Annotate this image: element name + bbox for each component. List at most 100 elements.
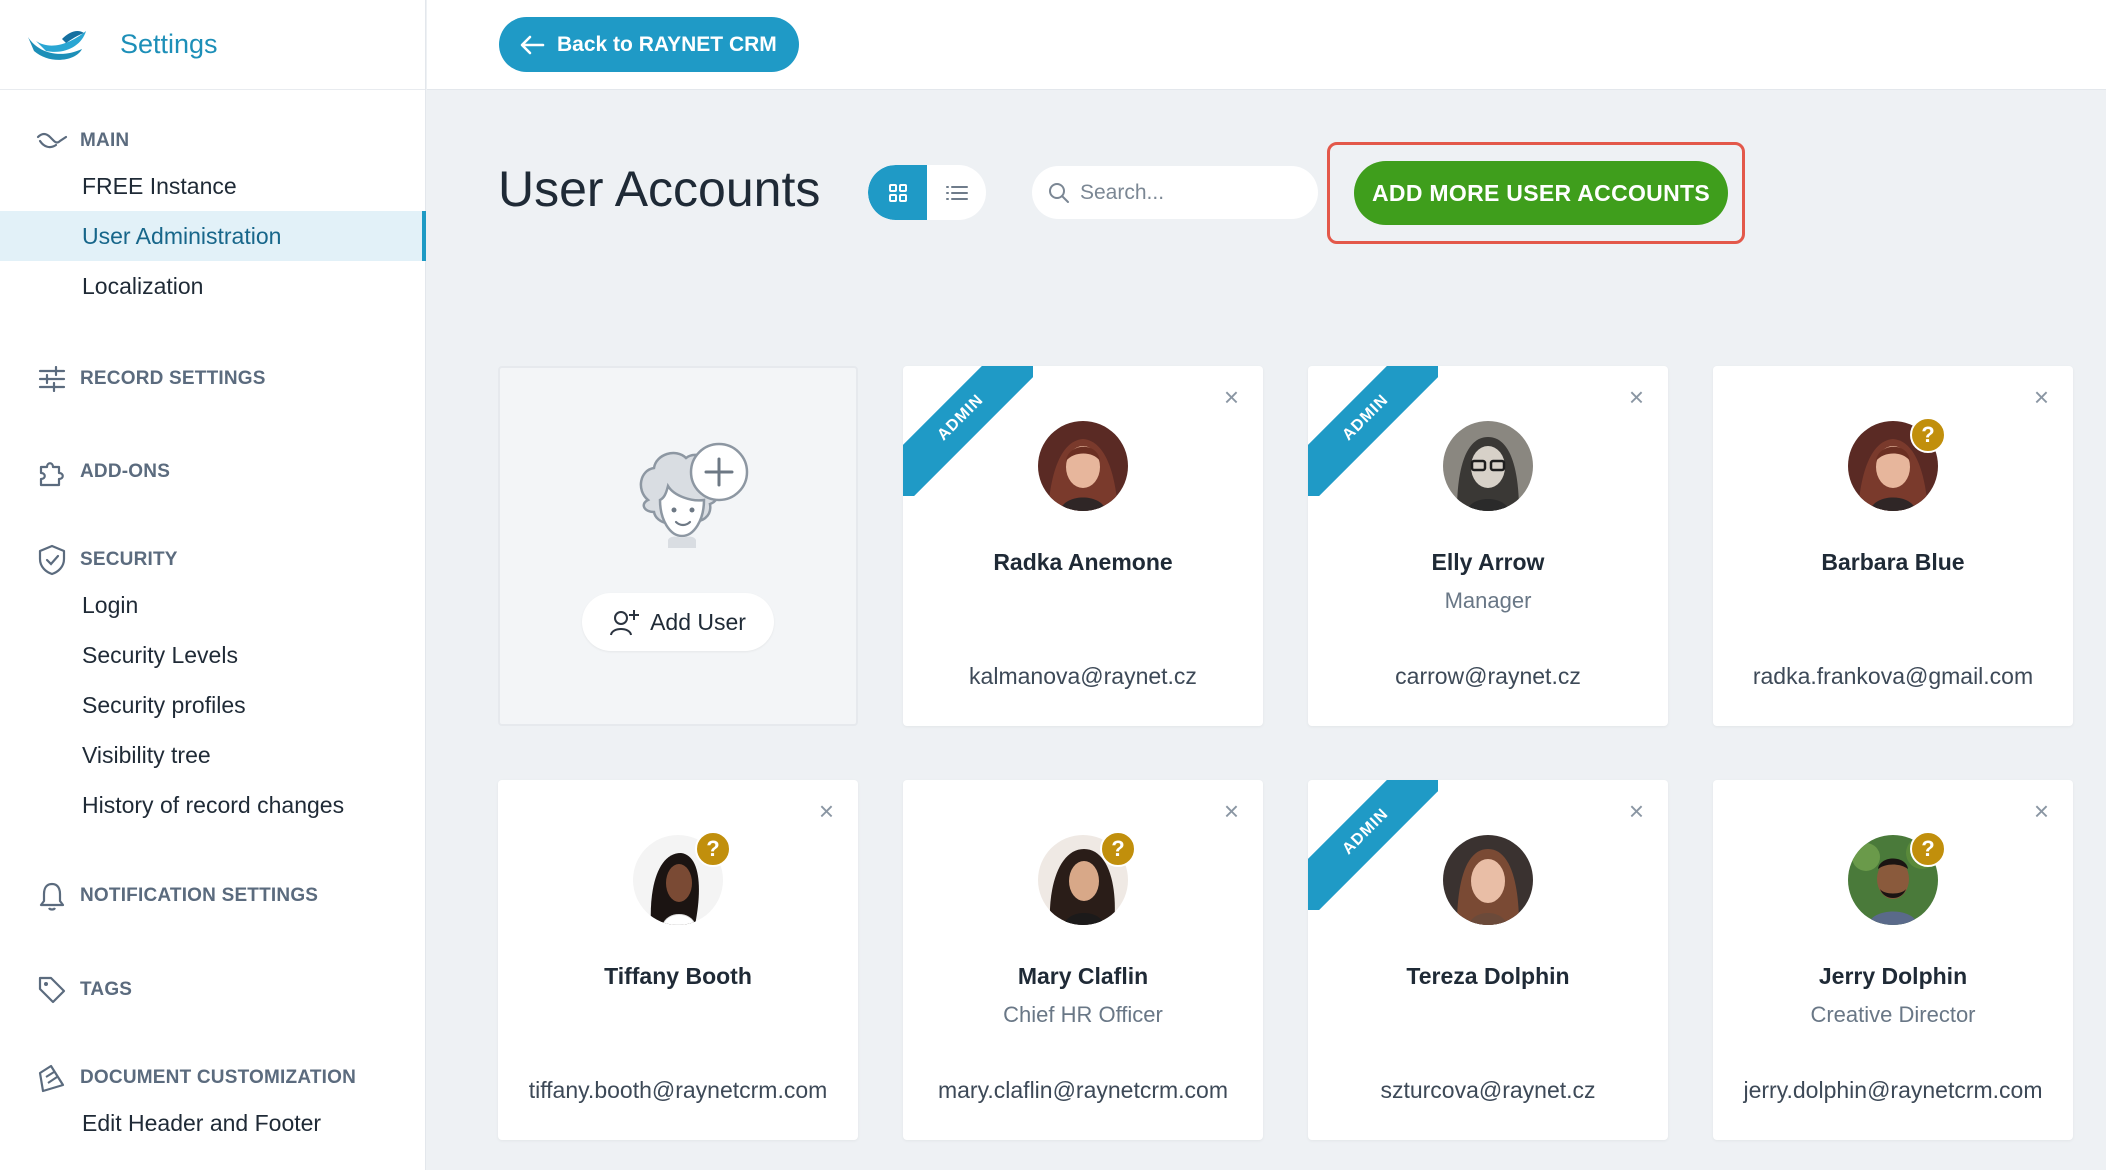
sidebar-title: Settings	[120, 29, 218, 59]
add-user-card[interactable]: Add User	[498, 366, 858, 726]
section-add-ons: ADD-ONS	[0, 452, 426, 492]
list-icon	[945, 185, 968, 200]
remove-user-button[interactable]: ×	[1224, 798, 1239, 824]
section-label: MAIN	[80, 130, 130, 151]
handshake-icon	[36, 125, 68, 157]
avatar	[1038, 421, 1128, 511]
pending-invite-badge: ?	[1910, 831, 1946, 867]
user-name: Mary Claflin	[1017, 963, 1149, 989]
back-button-label: Back to RAYNET CRM	[557, 32, 777, 56]
top-bar: Back to RAYNET CRM	[427, 0, 2106, 90]
shield-icon	[36, 544, 68, 576]
user-email: carrow@raynet.cz	[1395, 663, 1581, 689]
add-user-icon	[610, 610, 640, 636]
user-role: Manager	[1444, 588, 1532, 613]
sidebar-item-login[interactable]: Login	[0, 580, 426, 630]
user-card[interactable]: ADMIN × Elly Arrow Manager carrow@raynet…	[1308, 366, 1668, 726]
section-header-add-ons[interactable]: ADD-ONS	[0, 452, 426, 492]
user-card[interactable]: × ? Barbara Blue radka.frankova@gmail.co…	[1713, 366, 2073, 726]
section-header-record-settings[interactable]: RECORD SETTINGS	[0, 359, 426, 399]
raynet-logo	[28, 30, 86, 60]
add-user-button-label: Add User	[650, 608, 746, 635]
sidebar-item-history-of-record-changes[interactable]: History of record changes	[0, 780, 426, 830]
admin-ribbon: ADMIN	[1308, 366, 1438, 496]
add-user-illustration	[639, 442, 749, 548]
add-user-button[interactable]: Add User	[582, 593, 774, 651]
back-to-crm-button[interactable]: Back to RAYNET CRM	[499, 17, 799, 72]
user-role: Creative Director	[1810, 1002, 1976, 1027]
section-main: MAIN FREE Instance User Administration L…	[0, 121, 426, 311]
bell-icon	[36, 880, 68, 912]
arrow-left-icon	[520, 35, 545, 54]
section-tags: TAGS	[0, 970, 426, 1010]
search-icon	[1049, 182, 1069, 203]
section-label: RECORD SETTINGS	[80, 368, 266, 389]
section-label: TAGS	[80, 979, 133, 1000]
remove-user-button[interactable]: ×	[2034, 384, 2049, 410]
user-email: mary.claflin@raynetcrm.com	[937, 1077, 1229, 1103]
user-email: kalmanova@raynet.cz	[969, 663, 1197, 689]
user-card[interactable]: × ? Jerry Dolphin Creative Director jerr…	[1713, 780, 2073, 1140]
user-email: radka.frankova@gmail.com	[1752, 663, 2034, 689]
grid-view-button[interactable]	[868, 165, 927, 220]
section-header-main[interactable]: MAIN	[0, 121, 426, 161]
sliders-icon	[36, 363, 68, 395]
user-name: Barbara Blue	[1821, 549, 1965, 575]
user-name: Tiffany Booth	[604, 963, 752, 989]
admin-ribbon: ADMIN	[1308, 780, 1438, 910]
sidebar-item-visibility-tree[interactable]: Visibility tree	[0, 730, 426, 780]
remove-user-button[interactable]: ×	[2034, 798, 2049, 824]
user-email: jerry.dolphin@raynetcrm.com	[1743, 1077, 2043, 1103]
user-card[interactable]: × ? Mary Claflin Chief HR Officer mary.c…	[903, 780, 1263, 1140]
section-header-document-customization[interactable]: DOCUMENT CUSTOMIZATION	[0, 1058, 426, 1098]
user-name: Elly Arrow	[1431, 549, 1545, 575]
admin-ribbon: ADMIN	[903, 366, 1033, 496]
tag-icon	[36, 974, 68, 1006]
user-name: Radka Anemone	[993, 549, 1173, 575]
section-header-notification-settings[interactable]: NOTIFICATION SETTINGS	[0, 876, 426, 916]
sidebar-item-free-instance[interactable]: FREE Instance	[0, 161, 426, 211]
user-card[interactable]: ADMIN × Radka Anemone kalmanova@raynet.c…	[903, 366, 1263, 726]
remove-user-button[interactable]: ×	[1629, 384, 1644, 410]
grid-icon	[888, 183, 907, 202]
avatar	[1443, 421, 1533, 511]
pending-invite-badge: ?	[695, 831, 731, 867]
section-header-tags[interactable]: TAGS	[0, 970, 426, 1010]
user-email: szturcova@raynet.cz	[1380, 1077, 1596, 1103]
avatar	[1443, 835, 1533, 925]
list-view-button[interactable]	[927, 165, 986, 220]
section-record-settings: RECORD SETTINGS	[0, 359, 426, 399]
puzzle-icon	[36, 456, 68, 488]
add-more-user-accounts-button[interactable]: ADD MORE USER ACCOUNTS	[1354, 161, 1728, 225]
sidebar-item-security-profiles[interactable]: Security profiles	[0, 680, 426, 730]
user-card[interactable]: ADMIN × Tereza Dolphin szturcova@raynet.…	[1308, 780, 1668, 1140]
section-label: NOTIFICATION SETTINGS	[80, 885, 319, 906]
user-card[interactable]: × ? Tiffany Booth tiffany.booth@raynetcr…	[498, 780, 858, 1140]
sidebar-item-security-levels[interactable]: Security Levels	[0, 630, 426, 680]
section-label: ADD-ONS	[80, 461, 171, 482]
section-security: SECURITY Login Security Levels Security …	[0, 540, 426, 830]
view-toggle	[868, 165, 986, 220]
section-header-security[interactable]: SECURITY	[0, 540, 426, 580]
sidebar-item-localization[interactable]: Localization	[0, 261, 426, 311]
search-input[interactable]	[1080, 180, 1300, 205]
remove-user-button[interactable]: ×	[1629, 798, 1644, 824]
search-box	[1032, 166, 1318, 219]
sidebar: Settings MAIN FREE Instance User Adminis…	[0, 0, 426, 1170]
section-label: DOCUMENT CUSTOMIZATION	[80, 1067, 357, 1088]
user-role: Chief HR Officer	[1003, 1002, 1163, 1027]
section-label: SECURITY	[80, 549, 178, 570]
remove-user-button[interactable]: ×	[1224, 384, 1239, 410]
pending-invite-badge: ?	[1100, 831, 1136, 867]
sidebar-header: Settings	[0, 0, 425, 90]
remove-user-button[interactable]: ×	[819, 798, 834, 824]
sidebar-item-user-administration[interactable]: User Administration	[0, 211, 426, 261]
document-icon	[36, 1062, 68, 1094]
section-document-customization: DOCUMENT CUSTOMIZATION Edit Header and F…	[0, 1058, 426, 1148]
user-name: Jerry Dolphin	[1818, 963, 1968, 989]
user-email: tiffany.booth@raynetcrm.com	[528, 1077, 828, 1103]
page-title: User Accounts	[498, 161, 821, 217]
section-notification-settings: NOTIFICATION SETTINGS	[0, 876, 426, 916]
sidebar-item-edit-header-and-footer[interactable]: Edit Header and Footer	[0, 1098, 426, 1148]
pending-invite-badge: ?	[1910, 417, 1946, 453]
